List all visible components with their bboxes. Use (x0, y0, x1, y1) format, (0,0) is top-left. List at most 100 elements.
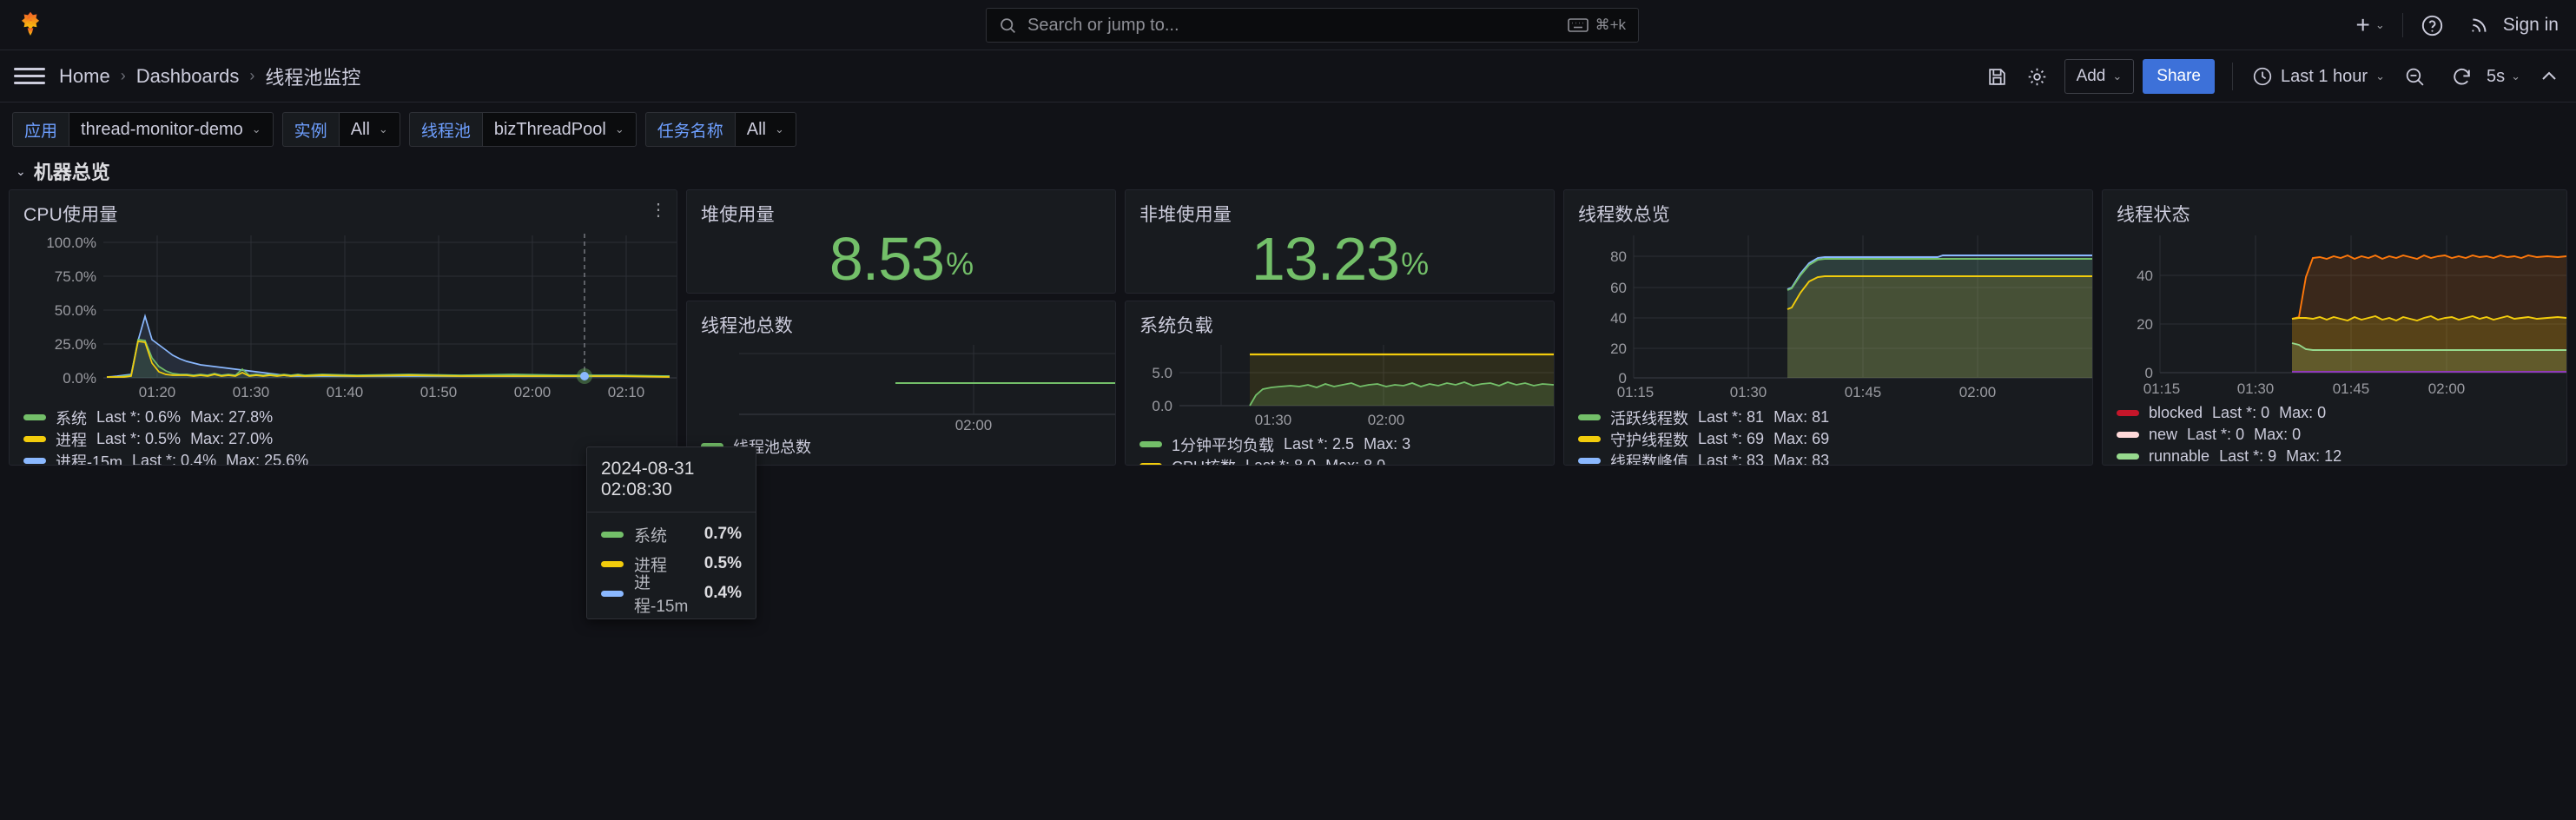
legend-item[interactable]: CPU核数 Last *: 8.0 Max: 8.0 (1139, 455, 1554, 466)
chevron-down-icon: ⌄ (775, 122, 784, 136)
system-load-chart[interactable]: 5.0 0.0 01:30 02:00 (1126, 338, 1554, 432)
zoom-out-time-button[interactable] (2397, 58, 2434, 95)
panel-menu-button[interactable]: ⋮ (647, 199, 670, 222)
dashboard-settings-button[interactable] (2019, 58, 2056, 95)
svg-text:80: 80 (1610, 248, 1627, 265)
panel-title: 非堆使用量 (1126, 190, 1554, 227)
legend-item[interactable]: 进程-15m Last *: 0.4% Max: 25.6% (23, 450, 677, 466)
panel-title: 堆使用量 (687, 190, 1115, 227)
time-range-picker[interactable]: Last 1 hour ⌄ (2243, 59, 2394, 94)
variable-label: 线程池 (409, 112, 482, 147)
nonheap-stat-value: 13.23 % (1126, 227, 1554, 291)
create-new-button[interactable]: + ⌄ (2344, 8, 2397, 43)
series-area-守护线程数 (1787, 276, 2092, 378)
legend-item[interactable]: 线程数峰值 Last *: 83 Max: 83 (1578, 450, 2092, 466)
svg-text:0: 0 (2145, 365, 2153, 381)
variable-label: 实例 (282, 112, 339, 147)
breadcrumb-home[interactable]: Home (59, 65, 110, 88)
tooltip-row: 系统 0.7% (601, 519, 742, 549)
variable-value-dropdown[interactable]: All ⌄ (339, 112, 400, 147)
zoom-out-icon (2404, 66, 2426, 88)
thread-state-chart[interactable]: 40 20 0 01:15 01:30 01:45 02:00 (2103, 227, 2566, 400)
legend-last-value: Last *: 0.6% (96, 408, 181, 427)
grafana-logo-icon[interactable] (16, 10, 45, 40)
variable-value-dropdown[interactable]: All ⌄ (735, 112, 796, 147)
search-input[interactable]: Search or jump to... ⌘+k (986, 8, 1639, 43)
top-navigation-bar: Search or jump to... ⌘+k + ⌄ (0, 0, 2576, 50)
svg-text:40: 40 (2137, 268, 2153, 284)
legend-series-name: 活跃线程数 (1610, 407, 1688, 429)
cpu-chart[interactable]: 100.0% 75.0% 50.0% 25.0% 0.0% 01:20 (10, 227, 677, 405)
tooltip-series-name: 系统 (634, 523, 667, 546)
chevron-down-icon: ⌄ (2375, 18, 2385, 32)
dashboard-toolbar-actions: Add ⌄ Share Last 1 hour ⌄ 5s ⌄ (1979, 50, 2576, 102)
chevron-down-icon: ⌄ (252, 122, 261, 136)
svg-text:01:30: 01:30 (1255, 412, 1292, 428)
hover-point (580, 372, 589, 380)
legend-item[interactable]: runnable Last *: 9 Max: 12 (2117, 446, 2566, 466)
refresh-dashboard-button[interactable] (2444, 58, 2480, 95)
hamburger-menu-icon[interactable] (14, 61, 45, 92)
panel-nonheap-usage: 非堆使用量 13.23 % (1125, 189, 1555, 294)
legend-max-value: Max: 69 (1773, 430, 1829, 448)
news-button[interactable] (2456, 8, 2503, 43)
svg-text:01:40: 01:40 (327, 384, 364, 400)
variable-value-text: All (351, 120, 370, 140)
panel-title: 线程数总览 (1564, 190, 2092, 227)
add-panel-button[interactable]: Add ⌄ (2064, 59, 2135, 94)
dashboard-row-机器总览[interactable]: ⌄ 机器总览 (0, 156, 2576, 186)
variable-value-dropdown[interactable]: thread-monitor-demo ⌄ (69, 112, 274, 147)
stat-number: 13.23 (1252, 228, 1399, 289)
svg-text:50.0%: 50.0% (55, 302, 96, 319)
chevron-up-icon (2539, 66, 2559, 87)
refresh-control[interactable]: 5s ⌄ (2437, 59, 2527, 94)
cpu-chart-svg: 100.0% 75.0% 50.0% 25.0% 0.0% 01:20 (10, 227, 677, 405)
collapse-toolbar-button[interactable] (2531, 58, 2567, 95)
svg-text:20: 20 (1610, 341, 1627, 357)
help-button[interactable] (2408, 8, 2456, 43)
search-placeholder-text: Search or jump to... (1027, 16, 1568, 36)
legend-item[interactable]: new Last *: 0 Max: 0 (2117, 424, 2566, 446)
variable-value-text: thread-monitor-demo (81, 120, 243, 140)
svg-text:5.0: 5.0 (1152, 365, 1172, 381)
legend-series-name: runnable (2149, 447, 2209, 466)
chevron-down-icon: ⌄ (16, 164, 26, 179)
svg-text:01:15: 01:15 (1617, 384, 1655, 400)
legend-item[interactable]: 系统 Last *: 0.6% Max: 27.8% (23, 407, 677, 428)
legend-item[interactable]: blocked Last *: 0 Max: 0 (2117, 402, 2566, 424)
legend-last-value: Last *: 0 (2212, 404, 2269, 422)
legend-item[interactable]: 1分钟平均负载 Last *: 2.5 Max: 3 (1139, 433, 1554, 455)
panel-grid: CPU使用量 ⋮ 100.0% 75.0% 50.0% (0, 186, 2576, 191)
legend-item[interactable]: 线程池总数 (701, 435, 1115, 457)
legend-series-name: 1分钟平均负载 (1172, 433, 1274, 456)
sign-in-link[interactable]: Sign in (2503, 15, 2564, 36)
save-dashboard-button[interactable] (1979, 58, 2016, 95)
legend-last-value: Last *: 0.4% (132, 452, 216, 466)
threads-overview-chart[interactable]: 80 60 40 20 0 01:15 01:30 01:45 02:00 (1564, 227, 2092, 405)
legend-max-value: Max: 3 (1364, 435, 1410, 453)
legend-item[interactable]: 活跃线程数 Last *: 81 Max: 81 (1578, 407, 2092, 428)
variable-value-dropdown[interactable]: bizThreadPool ⌄ (482, 112, 637, 147)
legend-last-value: Last *: 83 (1698, 452, 1764, 466)
svg-text:02:00: 02:00 (2428, 380, 2466, 397)
chevron-down-icon: ⌄ (379, 122, 388, 136)
legend-item[interactable]: 守护线程数 Last *: 69 Max: 69 (1578, 428, 2092, 450)
thread-pool-total-chart[interactable]: 02:00 (687, 338, 1115, 433)
legend-max-value: Max: 27.8% (190, 408, 273, 427)
svg-text:01:30: 01:30 (2237, 380, 2275, 397)
breadcrumb-separator: › (121, 67, 126, 85)
svg-text:02:00: 02:00 (1959, 384, 1997, 400)
variable-线程池: 线程池 bizThreadPool ⌄ (409, 112, 637, 147)
share-button[interactable]: Share (2143, 59, 2215, 94)
legend-color-swatch (23, 458, 46, 464)
tooltip-timestamp: 2024-08-31 02:08:30 (587, 447, 756, 512)
svg-text:01:15: 01:15 (2143, 380, 2181, 397)
panel-title: 线程池总数 (687, 301, 1115, 338)
breadcrumb-dashboards[interactable]: Dashboards (136, 65, 240, 88)
svg-text:01:45: 01:45 (1845, 384, 1882, 400)
refresh-icon (2451, 66, 2473, 88)
gear-icon (2026, 66, 2048, 88)
variable-value-text: All (747, 120, 766, 140)
legend-series-name: 进程 (56, 428, 87, 451)
legend-item[interactable]: 进程 Last *: 0.5% Max: 27.0% (23, 428, 677, 450)
